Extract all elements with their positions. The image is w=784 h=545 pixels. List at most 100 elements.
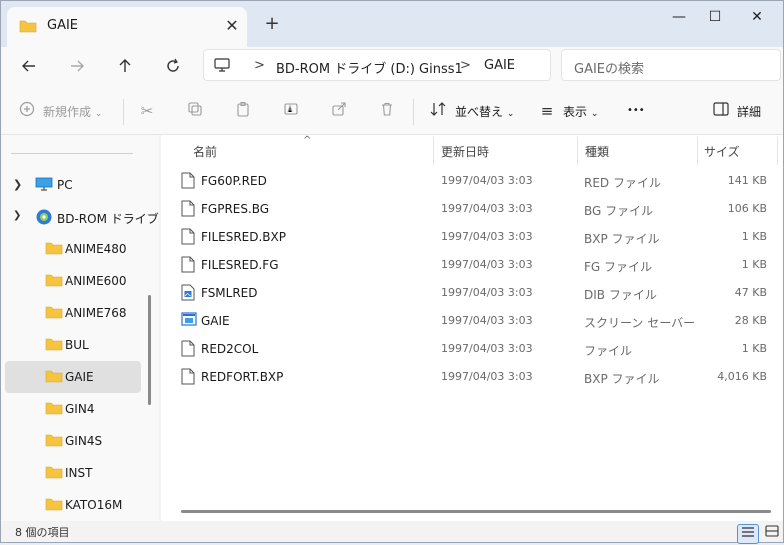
arrow-right-icon bbox=[71, 60, 84, 72]
document-icon bbox=[181, 200, 195, 220]
sort-button[interactable]: 並べ替え ⌄ bbox=[455, 103, 514, 120]
file-name: FG60P.RED bbox=[201, 174, 267, 188]
close-tab-button[interactable]: ✕ bbox=[221, 15, 243, 37]
chevron-down-icon[interactable]: ❯ bbox=[13, 210, 21, 221]
back-button[interactable] bbox=[15, 55, 43, 83]
file-date: 1997/04/03 3:03 bbox=[441, 342, 533, 355]
breadcrumb-separator: > bbox=[254, 58, 265, 73]
sidebar-item-bul[interactable]: BUL bbox=[5, 329, 141, 361]
divider bbox=[11, 153, 133, 154]
sidebar-item-anime600[interactable]: ANIME600 bbox=[5, 265, 141, 297]
chevron-down-icon: ⌄ bbox=[94, 109, 103, 119]
column-header-name[interactable]: 名前 bbox=[193, 143, 217, 160]
close-window-button[interactable]: ✕ bbox=[737, 5, 777, 29]
table-row[interactable]: FILESRED.BXP 1997/04/03 3:03 BXP ファイル 1 KB bbox=[173, 223, 777, 251]
file-date: 1997/04/03 3:03 bbox=[441, 286, 533, 299]
document-icon bbox=[181, 172, 195, 192]
file-size: 1 KB bbox=[741, 230, 767, 243]
file-type: BG ファイル bbox=[584, 204, 654, 218]
folder-icon bbox=[45, 241, 63, 258]
column-header-size[interactable]: サイズ bbox=[704, 143, 740, 160]
sidebar-item-label: BD-ROM ドライブ bbox=[57, 212, 159, 226]
paste-icon[interactable] bbox=[233, 101, 253, 121]
up-button[interactable] bbox=[111, 55, 139, 83]
search-box[interactable]: GAIEの検索 bbox=[561, 49, 781, 81]
title-bar: GAIE ✕ + — ☐ ✕ bbox=[1, 1, 783, 47]
column-divider[interactable] bbox=[433, 137, 434, 165]
sidebar-item-anime768[interactable]: ANIME768 bbox=[5, 297, 141, 329]
file-date: 1997/04/03 3:03 bbox=[441, 230, 533, 243]
column-divider[interactable] bbox=[777, 137, 778, 165]
sort-label: 並べ替え bbox=[455, 105, 504, 119]
table-row[interactable]: FSMLRED 1997/04/03 3:03 DIB ファイル 47 KB bbox=[173, 279, 777, 307]
tab-title: GAIE bbox=[47, 18, 79, 33]
file-date: 1997/04/03 3:03 bbox=[441, 202, 533, 215]
sidebar-item-anime480[interactable]: ANIME480 bbox=[5, 233, 141, 265]
horizontal-scrollbar[interactable] bbox=[181, 510, 771, 513]
status-bar: 8 個の項目 bbox=[1, 521, 783, 544]
folder-icon bbox=[45, 497, 63, 514]
sidebar-item-gin4s[interactable]: GIN4S bbox=[5, 425, 141, 457]
rename-icon[interactable] bbox=[281, 101, 301, 121]
minimize-button[interactable]: — bbox=[659, 5, 699, 29]
column-header-type[interactable]: 種類 bbox=[585, 143, 609, 160]
address-bar[interactable]: > BD-ROM ドライブ (D:) Ginss1 > GAIE bbox=[203, 49, 551, 81]
file-size: 1 KB bbox=[741, 342, 767, 355]
file-size: 28 KB bbox=[734, 314, 767, 327]
table-row[interactable]: REDFORT.BXP 1997/04/03 3:03 BXP ファイル 4,016 … bbox=[173, 363, 777, 391]
sort-ascending-icon: ^ bbox=[303, 135, 312, 146]
sidebar-item-gaie[interactable]: GAIE bbox=[5, 361, 141, 393]
new-tab-button[interactable]: + bbox=[261, 13, 283, 35]
file-type: DIB ファイル bbox=[584, 288, 657, 302]
sidebar-item-pc[interactable]: ❯ PC bbox=[5, 169, 141, 201]
refresh-button[interactable] bbox=[159, 55, 187, 83]
table-row[interactable]: GAIE 1997/04/03 3:03 スクリーン セーバー 28 KB bbox=[173, 307, 777, 335]
sidebar-item-gin4[interactable]: GIN4 bbox=[5, 393, 141, 425]
table-row[interactable]: FG60P.RED 1997/04/03 3:03 RED ファイル 141 KB bbox=[173, 167, 777, 195]
sidebar-scrollbar[interactable] bbox=[148, 295, 151, 405]
table-row[interactable]: RED2COL 1997/04/03 3:03 ファイル 1 KB bbox=[173, 335, 777, 363]
view-icon: ≡ bbox=[540, 102, 554, 120]
view-button[interactable]: 表示 ⌄ bbox=[563, 103, 598, 120]
chevron-down-icon: ⌄ bbox=[590, 109, 599, 119]
table-row[interactable]: FGPRES.BG 1997/04/03 3:03 BG ファイル 106 KB bbox=[173, 195, 777, 223]
file-type: BXP ファイル bbox=[584, 372, 660, 386]
table-row[interactable]: FILESRED.FG 1997/04/03 3:03 FG ファイル 1 KB bbox=[173, 251, 777, 279]
sidebar-item-kato16m[interactable]: KATO16M bbox=[5, 489, 141, 521]
tab-gaie[interactable]: GAIE ✕ bbox=[7, 7, 247, 47]
file-date: 1997/04/03 3:03 bbox=[441, 314, 533, 327]
column-divider[interactable] bbox=[697, 137, 698, 165]
sidebar-item-inst[interactable]: INST bbox=[5, 457, 141, 489]
computer-icon bbox=[214, 58, 230, 75]
delete-icon[interactable] bbox=[377, 101, 397, 121]
breadcrumb-gaie[interactable]: GAIE bbox=[484, 58, 515, 73]
command-bar: 新規作成 ⌄ ✂ 並べ替え ⌄ ≡ 表示 ⌄ ••• 詳細 bbox=[1, 89, 783, 135]
details-button[interactable]: 詳細 bbox=[737, 103, 761, 120]
sidebar-item-label: BUL bbox=[65, 338, 89, 352]
file-name: FILESRED.FG bbox=[201, 258, 279, 272]
file-list: ^ 名前 更新日時 種類 サイズ FG60P.RED 1997/04/03 3:0… bbox=[161, 135, 783, 521]
screensaver-icon bbox=[181, 312, 197, 329]
maximize-button[interactable]: ☐ bbox=[695, 5, 735, 29]
copy-icon[interactable] bbox=[185, 101, 205, 121]
disc-drive-icon bbox=[35, 208, 53, 229]
sidebar-item-bd-rom[interactable]: ❯ BD-ROM ドライブ bbox=[5, 201, 159, 233]
file-type: RED ファイル bbox=[584, 176, 661, 190]
sidebar-item-label: ANIME480 bbox=[65, 242, 127, 256]
tiles-view-button[interactable] bbox=[761, 524, 783, 544]
chevron-right-icon[interactable]: ❯ bbox=[13, 178, 22, 191]
cut-icon[interactable]: ✂ bbox=[137, 101, 157, 121]
file-name: REDFORT.BXP bbox=[201, 370, 284, 384]
file-size: 141 KB bbox=[727, 174, 767, 187]
more-options-button[interactable]: ••• bbox=[627, 105, 645, 116]
details-view-button[interactable] bbox=[737, 524, 759, 544]
file-size: 1 KB bbox=[741, 258, 767, 271]
explorer-window: GAIE ✕ + — ☐ ✕ > BD-ROM ドライブ (D:) Ginss1… bbox=[0, 0, 784, 544]
document-icon bbox=[181, 228, 195, 248]
column-header-date[interactable]: 更新日時 bbox=[441, 143, 489, 160]
share-icon[interactable] bbox=[329, 101, 349, 121]
breadcrumb-drive[interactable]: BD-ROM ドライブ (D:) Ginss1 bbox=[276, 58, 463, 77]
new-button[interactable]: 新規作成 ⌄ bbox=[43, 103, 102, 120]
forward-button[interactable] bbox=[63, 55, 91, 83]
column-divider[interactable] bbox=[577, 137, 578, 165]
